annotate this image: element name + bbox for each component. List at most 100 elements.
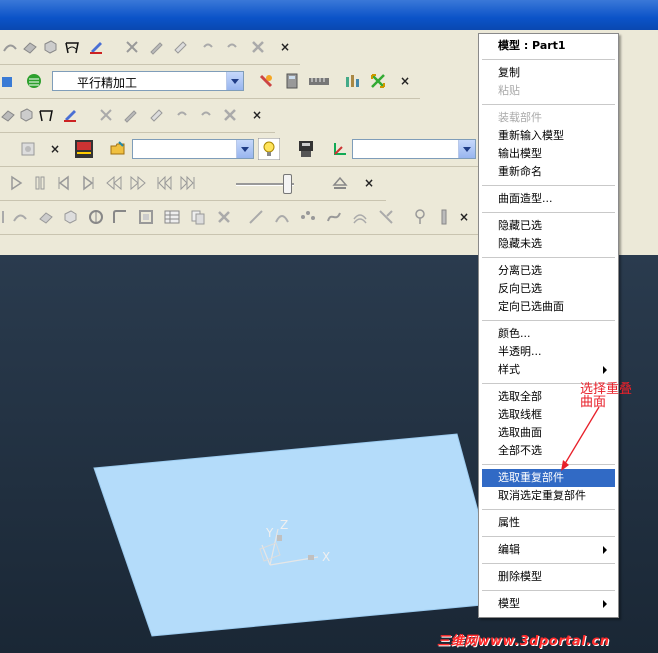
surface-icon[interactable] <box>0 107 16 123</box>
simulation-speed-slider-handle[interactable] <box>283 174 292 194</box>
workplane-select[interactable] <box>352 139 476 159</box>
eraser-icon[interactable] <box>148 107 164 123</box>
surface-icon[interactable] <box>22 39 38 55</box>
record-icon[interactable] <box>20 141 36 157</box>
fillet-icon[interactable] <box>112 209 128 225</box>
setup-select[interactable] <box>132 139 254 159</box>
menu-item-style[interactable]: 样式 <box>482 361 615 379</box>
play-icon[interactable] <box>8 175 24 191</box>
chevron-down-icon[interactable] <box>226 72 243 90</box>
trim-icon[interactable] <box>378 209 394 225</box>
edit-curve-icon[interactable] <box>12 209 28 225</box>
edit-surface-icon[interactable] <box>38 209 54 225</box>
chevron-down-icon[interactable] <box>236 140 253 158</box>
menu-item-rename[interactable]: 重新命名 <box>482 163 615 181</box>
menu-item-delete-model[interactable]: 删除模型 <box>482 568 615 586</box>
step-forward-icon[interactable] <box>80 175 96 191</box>
toolbar-close-button[interactable]: × <box>455 208 473 226</box>
pen-icon[interactable] <box>148 39 164 55</box>
transform-icon[interactable] <box>370 73 386 89</box>
undo-icon[interactable] <box>200 39 216 55</box>
redo-icon[interactable] <box>224 39 240 55</box>
watermark-logo: 三维网www.3dportal.cn <box>437 634 610 649</box>
pen-icon[interactable] <box>122 107 138 123</box>
lightbulb-icon[interactable] <box>258 138 280 160</box>
nc-operation-select[interactable]: 平行精加工 <box>52 71 244 91</box>
menu-item-orient-selected-surfaces[interactable]: 定向已选曲面 <box>482 298 615 316</box>
rewind-icon[interactable] <box>106 175 122 191</box>
menu-item-copy[interactable]: 复制 <box>482 64 615 82</box>
menu-item-model[interactable]: 模型 <box>482 595 615 613</box>
delete-icon[interactable] <box>216 209 232 225</box>
menu-separator <box>482 320 615 321</box>
points-icon[interactable] <box>300 209 316 225</box>
menu-item-load-part[interactable]: 装载部件 <box>482 109 615 127</box>
toolpath-strategy-icon[interactable] <box>26 73 42 89</box>
toolbar-close-button[interactable]: × <box>396 72 414 90</box>
toolbar-close-button[interactable]: × <box>46 140 64 158</box>
toolbar-close-button[interactable]: × <box>360 174 378 192</box>
cross-icon[interactable] <box>98 107 114 123</box>
menu-item-reimport-model[interactable]: 重新输入模型 <box>482 127 615 145</box>
tool-icon[interactable] <box>258 73 274 89</box>
axis-label-x: X <box>322 550 331 564</box>
to-start-icon[interactable] <box>156 175 172 191</box>
shell-icon[interactable] <box>138 209 154 225</box>
open-folder-icon[interactable] <box>110 141 126 157</box>
step-back-icon[interactable] <box>56 175 72 191</box>
menu-separator <box>482 509 615 510</box>
menu-item-reverse-selected[interactable]: 反向已选 <box>482 280 615 298</box>
fast-forward-icon[interactable] <box>130 175 146 191</box>
solid-icon[interactable] <box>18 107 34 123</box>
printer-icon[interactable] <box>296 139 316 159</box>
toolbar-row-6: × <box>0 200 478 235</box>
pause-icon[interactable] <box>32 175 48 191</box>
delete-icon[interactable] <box>222 107 238 123</box>
menu-item-paste[interactable]: 粘贴 <box>482 82 615 100</box>
menu-item-properties[interactable]: 属性 <box>482 514 615 532</box>
workplane-icon[interactable] <box>332 141 348 157</box>
revolve-icon[interactable] <box>88 209 104 225</box>
solid-icon[interactable] <box>42 39 58 55</box>
boundary-icon[interactable] <box>38 107 54 123</box>
offset-icon[interactable] <box>352 209 368 225</box>
table-icon[interactable] <box>164 209 180 225</box>
curve-icon[interactable] <box>2 39 18 55</box>
eraser-icon[interactable] <box>172 39 188 55</box>
menu-item-separate-selected[interactable]: 分离已选 <box>482 262 615 280</box>
arc-icon[interactable] <box>274 209 290 225</box>
line-icon[interactable] <box>248 209 264 225</box>
pin-icon[interactable] <box>412 209 428 225</box>
calculator-icon[interactable] <box>284 73 300 89</box>
machine-icon[interactable] <box>74 139 94 159</box>
levels-icon[interactable] <box>344 73 360 89</box>
menu-item-deselect-duplicate-parts[interactable]: 取消选定重复部件 <box>482 487 615 505</box>
undo-icon[interactable] <box>174 107 190 123</box>
redo-icon[interactable] <box>198 107 214 123</box>
delete-icon[interactable] <box>250 39 266 55</box>
menu-item-edit[interactable]: 编辑 <box>482 541 615 559</box>
to-end-icon[interactable] <box>180 175 196 191</box>
menu-item-hide-unselected[interactable]: 隐藏未选 <box>482 235 615 253</box>
pattern-icon[interactable] <box>88 39 104 55</box>
menu-item-color[interactable]: 颜色... <box>482 325 615 343</box>
menu-header-model: 模型 : Part1 <box>498 39 566 52</box>
spline-icon[interactable] <box>326 209 342 225</box>
copy-icon[interactable] <box>190 209 206 225</box>
toolbar-close-button[interactable]: × <box>248 106 266 124</box>
tool-holder-icon[interactable] <box>436 209 452 225</box>
toolbar-row-4: × <box>0 132 478 167</box>
extrude-icon[interactable] <box>62 209 78 225</box>
menu-item-hide-selected[interactable]: 隐藏已选 <box>482 217 615 235</box>
boundary-icon[interactable] <box>64 39 80 55</box>
block-icon[interactable] <box>0 73 16 89</box>
eject-icon[interactable] <box>332 175 348 191</box>
chevron-down-icon[interactable] <box>458 140 475 158</box>
menu-item-surface-modeling[interactable]: 曲面造型... <box>482 190 615 208</box>
ruler-icon[interactable] <box>308 73 330 89</box>
cross-icon[interactable] <box>124 39 140 55</box>
menu-item-export-model[interactable]: 输出模型 <box>482 145 615 163</box>
pattern-icon[interactable] <box>62 107 78 123</box>
toolbar-close-button[interactable]: × <box>276 38 294 56</box>
menu-item-translucency[interactable]: 半透明... <box>482 343 615 361</box>
